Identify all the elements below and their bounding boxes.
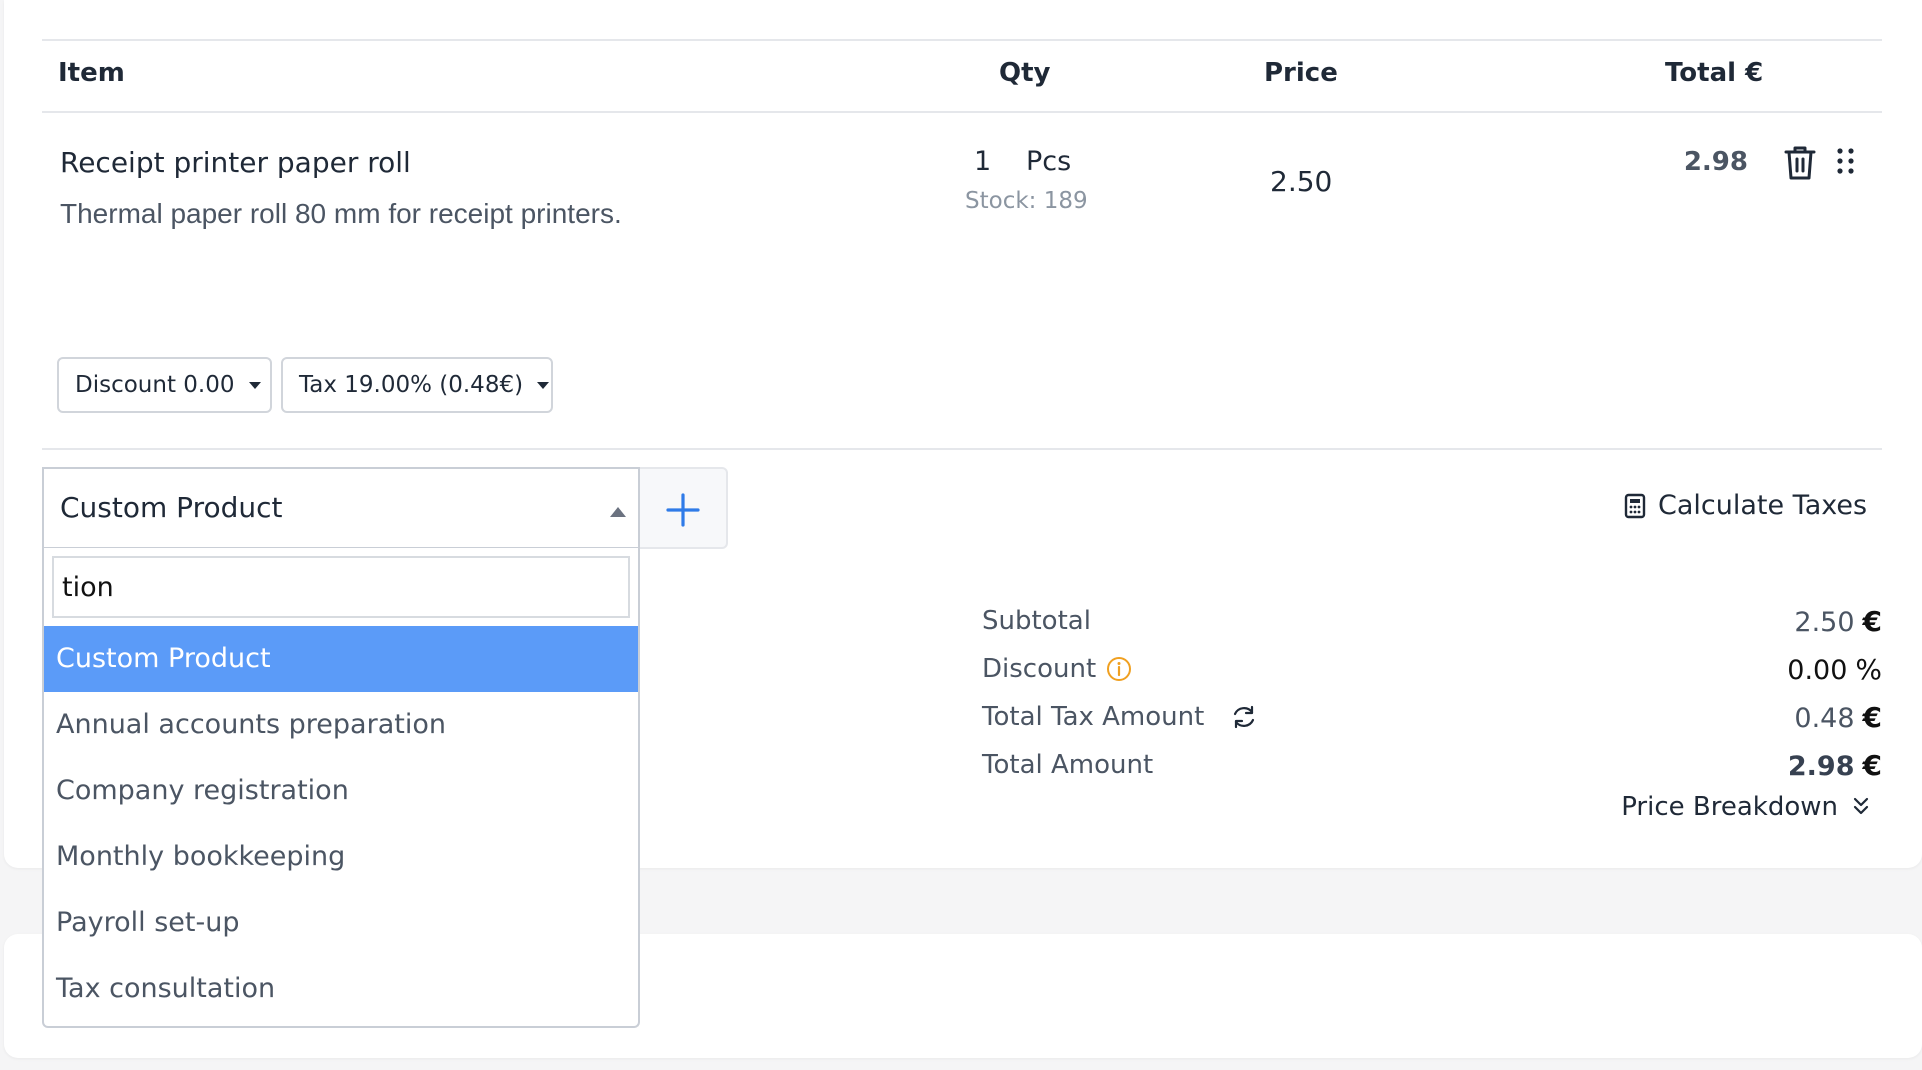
total-amount-label: Total Amount: [982, 750, 1154, 780]
subtotal-label: Subtotal: [982, 606, 1091, 636]
currency-symbol: €: [1862, 701, 1882, 734]
discount-amount: 0.00: [1787, 655, 1848, 686]
drag-handle-icon[interactable]: [1835, 146, 1857, 178]
calculate-taxes-label: Calculate Taxes: [1658, 490, 1868, 521]
dropdown-option[interactable]: Annual accounts preparation: [44, 692, 638, 758]
product-search[interactable]: [52, 556, 630, 618]
section-divider: [42, 448, 1882, 450]
total-amount: 2.98: [1787, 751, 1855, 782]
double-chevron-down-icon: [1853, 797, 1869, 815]
tax-button-label: Tax 19.00% (0.48€): [299, 372, 524, 398]
price-input[interactable]: 2.50: [1270, 165, 1332, 198]
row-total: 2.98: [1683, 147, 1748, 177]
discount-summary: Discount: [982, 654, 1132, 684]
quantity-input[interactable]: 1: [974, 146, 991, 177]
item-description[interactable]: Thermal paper roll 80 mm for receipt pri…: [60, 198, 622, 230]
caret-up-icon: [610, 507, 626, 517]
percent-symbol: %: [1855, 653, 1882, 686]
dropdown-option[interactable]: Monthly bookkeeping: [44, 824, 638, 890]
column-header-qty: Qty: [999, 58, 1051, 88]
product-dropdown: Custom Product Annual accounts preparati…: [42, 548, 640, 1028]
currency-symbol: €: [1862, 605, 1882, 638]
discount-button-label: Discount 0.00: [75, 372, 235, 398]
price-breakdown-toggle[interactable]: Price Breakdown: [1621, 792, 1870, 822]
refresh-icon[interactable]: [1230, 703, 1258, 731]
chevron-down-icon: [537, 381, 550, 389]
unit-label[interactable]: Pcs: [1026, 146, 1071, 177]
tax-button[interactable]: Tax 19.00% (0.48€): [281, 357, 553, 413]
plus-icon: [666, 493, 700, 527]
column-header-price: Price: [1264, 58, 1338, 88]
subtotal-amount: 2.50: [1794, 607, 1855, 638]
item-name[interactable]: Receipt printer paper roll: [60, 146, 411, 179]
product-select[interactable]: Custom Product: [42, 467, 640, 549]
product-select-value: Custom Product: [60, 491, 283, 524]
discount-summary-label: Discount: [982, 654, 1097, 684]
calculate-taxes-button[interactable]: Calculate Taxes: [1624, 490, 1867, 521]
total-amount-value: 2.98 €: [1788, 749, 1882, 782]
calculator-icon: [1624, 493, 1646, 518]
dropdown-option[interactable]: Tax consultation: [44, 956, 638, 1022]
trash-icon[interactable]: [1783, 144, 1817, 182]
info-icon[interactable]: [1106, 656, 1132, 682]
column-header-item: Item: [58, 58, 125, 88]
header-divider: [42, 111, 1882, 113]
stock-label: Stock: 189: [965, 188, 1088, 214]
product-search-input[interactable]: [54, 558, 628, 616]
subtotal-value: 2.50 €: [1794, 605, 1882, 638]
tax-summary: Total Tax Amount: [982, 702, 1258, 732]
tax-value: 0.48 €: [1794, 701, 1882, 734]
currency-symbol: €: [1862, 749, 1882, 782]
dropdown-option[interactable]: Payroll set-up: [44, 890, 638, 956]
tax-amount: 0.48: [1794, 703, 1855, 734]
discount-value: 0.00%: [1787, 653, 1882, 686]
tax-summary-label: Total Tax Amount: [982, 702, 1205, 732]
dropdown-option[interactable]: Custom Product: [44, 626, 638, 692]
add-product-button[interactable]: [640, 467, 728, 549]
price-breakdown-label: Price Breakdown: [1621, 792, 1838, 822]
dropdown-option[interactable]: Company registration: [44, 758, 638, 824]
column-header-total: Total €: [1665, 58, 1764, 88]
discount-button[interactable]: Discount 0.00: [57, 357, 272, 413]
table-top-divider: [42, 39, 1882, 41]
chevron-down-icon: [248, 381, 261, 389]
